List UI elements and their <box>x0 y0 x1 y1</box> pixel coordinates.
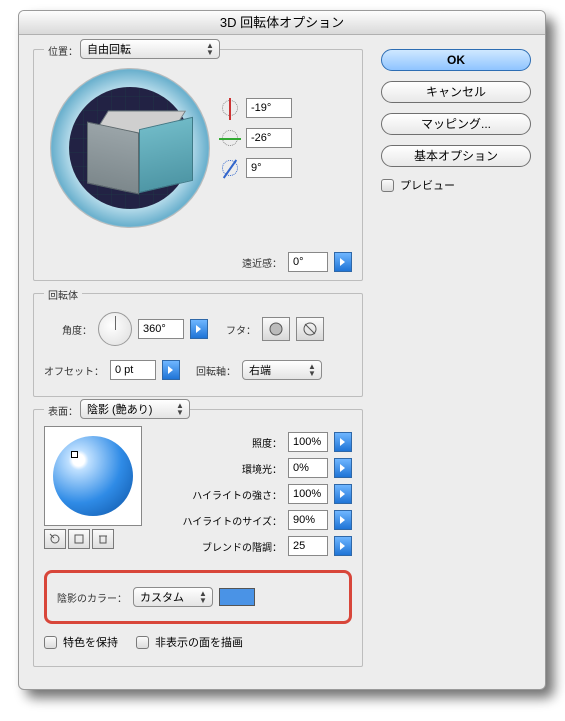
blend-steps-stepper[interactable] <box>334 536 352 556</box>
preview-checkbox[interactable] <box>381 179 394 192</box>
axis-label: 回転軸： <box>196 363 236 378</box>
ambient-label: 環境光： <box>190 461 282 476</box>
dialog-title: 3D 回転体オプション <box>19 11 545 35</box>
shade-color-swatch[interactable] <box>219 588 255 606</box>
perspective-label: 遠近感： <box>242 255 282 270</box>
shade-color-mode-value: カスタム <box>140 589 184 605</box>
light-handle[interactable] <box>71 451 78 458</box>
shading-value: 陰影 (艶あり) <box>87 401 152 417</box>
rotation-preview[interactable] <box>50 68 210 228</box>
highlight-size-field[interactable]: 90% <box>288 510 328 530</box>
light-sphere-preview[interactable] <box>44 426 142 526</box>
shading-select[interactable]: 陰影 (艶あり) ▲▼ <box>80 399 190 419</box>
preserve-spot-label: 特色を保持 <box>63 634 118 650</box>
angle-z-field[interactable]: 9° <box>246 158 292 178</box>
perspective-stepper[interactable] <box>334 252 352 272</box>
ok-button[interactable]: OK <box>381 49 531 71</box>
draw-hidden-checkbox[interactable] <box>136 636 149 649</box>
highlight-intensity-label: ハイライトの強さ： <box>190 487 282 502</box>
offset-stepper[interactable] <box>162 360 180 380</box>
angle-y-field[interactable]: -26° <box>246 128 292 148</box>
move-light-back-button[interactable] <box>44 529 66 549</box>
highlight-intensity-field[interactable]: 100% <box>288 484 328 504</box>
z-axis-icon <box>220 158 240 178</box>
x-axis-icon <box>220 98 240 118</box>
cap-label: フタ： <box>226 322 256 337</box>
mapping-button[interactable]: マッピング... <box>381 113 531 135</box>
group-label-surface: 表面： <box>44 403 82 418</box>
offset-label: オフセット： <box>44 363 104 378</box>
light-intensity-field[interactable]: 100% <box>288 432 328 452</box>
angle-x-field[interactable]: -19° <box>246 98 292 118</box>
highlight-size-label: ハイライトのサイズ： <box>183 513 283 528</box>
light-intensity-label: 照度： <box>190 435 282 450</box>
y-axis-icon <box>220 128 240 148</box>
basic-options-button[interactable]: 基本オプション <box>381 145 531 167</box>
cancel-button[interactable]: キャンセル <box>381 81 531 103</box>
angle-field[interactable]: 360° <box>138 319 184 339</box>
position-preset-value: 自由回転 <box>87 41 131 57</box>
cap-off-button[interactable] <box>296 317 324 341</box>
draw-hidden-label: 非表示の面を描画 <box>155 634 243 650</box>
highlight-intensity-stepper[interactable] <box>334 484 352 504</box>
preview-label: プレビュー <box>400 177 455 193</box>
axis-value: 右端 <box>249 362 271 378</box>
blend-steps-field[interactable]: 25 <box>288 536 328 556</box>
ambient-stepper[interactable] <box>334 458 352 478</box>
cap-on-button[interactable] <box>262 317 290 341</box>
offset-field[interactable]: 0 pt <box>110 360 156 380</box>
delete-light-button[interactable] <box>92 529 114 549</box>
preserve-spot-checkbox[interactable] <box>44 636 57 649</box>
dialog-3d-revolve-options: 3D 回転体オプション OK キャンセル マッピング... 基本オプション プレ… <box>18 10 546 690</box>
group-label-position: 位置： <box>44 43 82 58</box>
position-preset-select[interactable]: 自由回転 ▲▼ <box>80 39 220 59</box>
perspective-field[interactable]: 0° <box>288 252 328 272</box>
axis-select[interactable]: 右端 ▲▼ <box>242 360 322 380</box>
angle-dial[interactable] <box>98 312 132 346</box>
highlight-size-stepper[interactable] <box>334 510 352 530</box>
angle-label: 角度： <box>44 322 92 337</box>
shade-color-select[interactable]: カスタム ▲▼ <box>133 587 213 607</box>
shade-color-label: 陰影のカラー： <box>55 590 127 605</box>
light-intensity-stepper[interactable] <box>334 432 352 452</box>
blend-steps-label: ブレンドの階調： <box>190 539 282 554</box>
ambient-field[interactable]: 0% <box>288 458 328 478</box>
group-label-revolve: 回転体 <box>44 287 82 302</box>
angle-stepper[interactable] <box>190 319 208 339</box>
new-light-button[interactable] <box>68 529 90 549</box>
shade-color-highlight: 陰影のカラー： カスタム ▲▼ <box>44 570 352 624</box>
